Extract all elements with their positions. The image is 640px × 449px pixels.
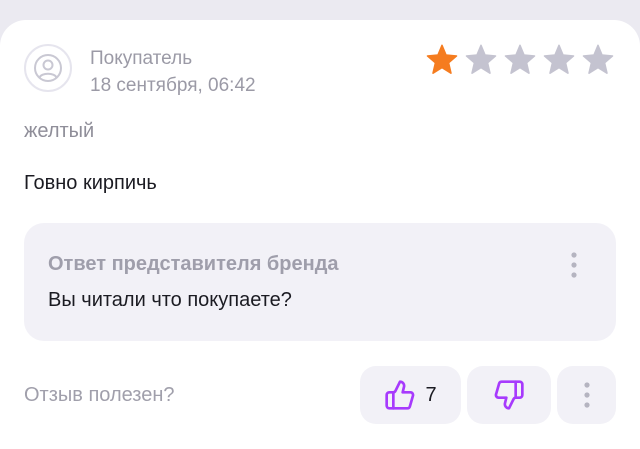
more-vertical-icon — [571, 252, 577, 278]
brand-reply: Ответ представителя бренда Вы читали что… — [24, 223, 616, 341]
like-button[interactable]: 7 — [360, 366, 461, 424]
product-variant: желтый — [24, 120, 95, 142]
review-card: Покупатель 18 сентября, 06:42 желтый Гов… — [0, 20, 640, 449]
dislike-button[interactable] — [467, 366, 551, 424]
star-icon — [582, 44, 614, 74]
star-rating — [424, 42, 616, 78]
reply-menu-button[interactable] — [560, 247, 588, 283]
like-count: 7 — [425, 383, 437, 406]
star-icon — [426, 44, 458, 74]
review-date: 18 сентября, 06:42 — [90, 75, 256, 96]
more-vertical-icon — [583, 382, 590, 408]
user-icon — [34, 54, 62, 82]
star-icon — [504, 44, 536, 74]
brand-reply-text: Вы читали что покупаете? — [48, 289, 292, 311]
star-icon — [543, 44, 575, 74]
review-text: Говно кирпичь — [24, 172, 157, 194]
thumbs-down-icon — [494, 380, 524, 410]
more-options-button[interactable] — [557, 366, 616, 424]
star-icon — [465, 44, 497, 74]
helpful-question: Отзыв полезен? — [24, 384, 175, 406]
user-avatar — [24, 44, 72, 92]
thumbs-up-icon — [385, 380, 415, 410]
brand-reply-title: Ответ представителя бренда — [48, 253, 339, 275]
author-name: Покупатель — [90, 48, 193, 69]
